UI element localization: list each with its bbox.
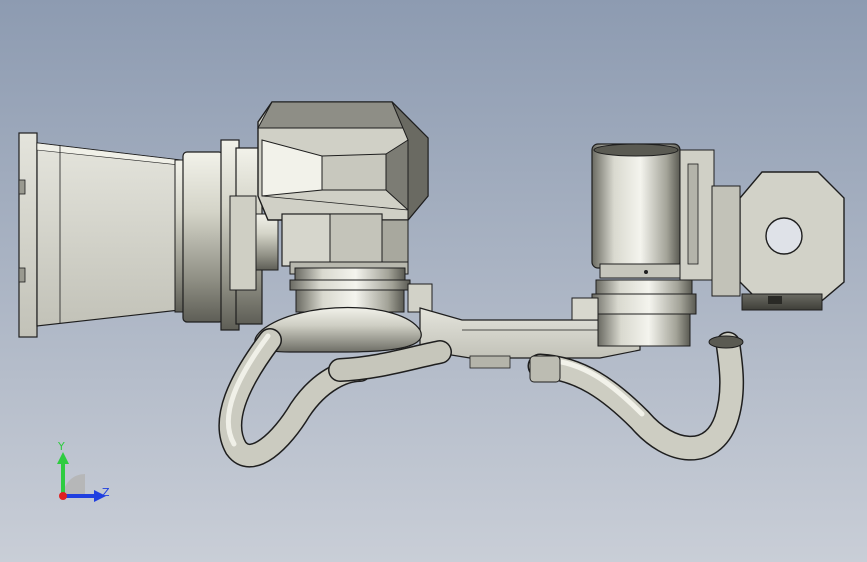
robot-arm-model[interactable] [0, 0, 867, 562]
right-motor[interactable] [591, 143, 715, 281]
triad-plane-icon [63, 474, 85, 496]
end-effector[interactable] [711, 171, 845, 311]
3d-viewport[interactable]: Y Z [0, 0, 867, 562]
x-axis-dot-icon [59, 492, 67, 500]
y-axis-label: Y [57, 440, 65, 453]
left-joint-turret[interactable] [289, 267, 433, 313]
cable-conduit-left[interactable] [218, 306, 452, 468]
upper-housing[interactable] [257, 101, 429, 222]
mid-block[interactable] [281, 213, 409, 275]
orientation-triad: Y Z [57, 440, 110, 502]
y-axis-arrow-icon [57, 452, 69, 464]
z-axis-label: Z [102, 486, 110, 499]
left-gearbox[interactable] [18, 132, 279, 338]
